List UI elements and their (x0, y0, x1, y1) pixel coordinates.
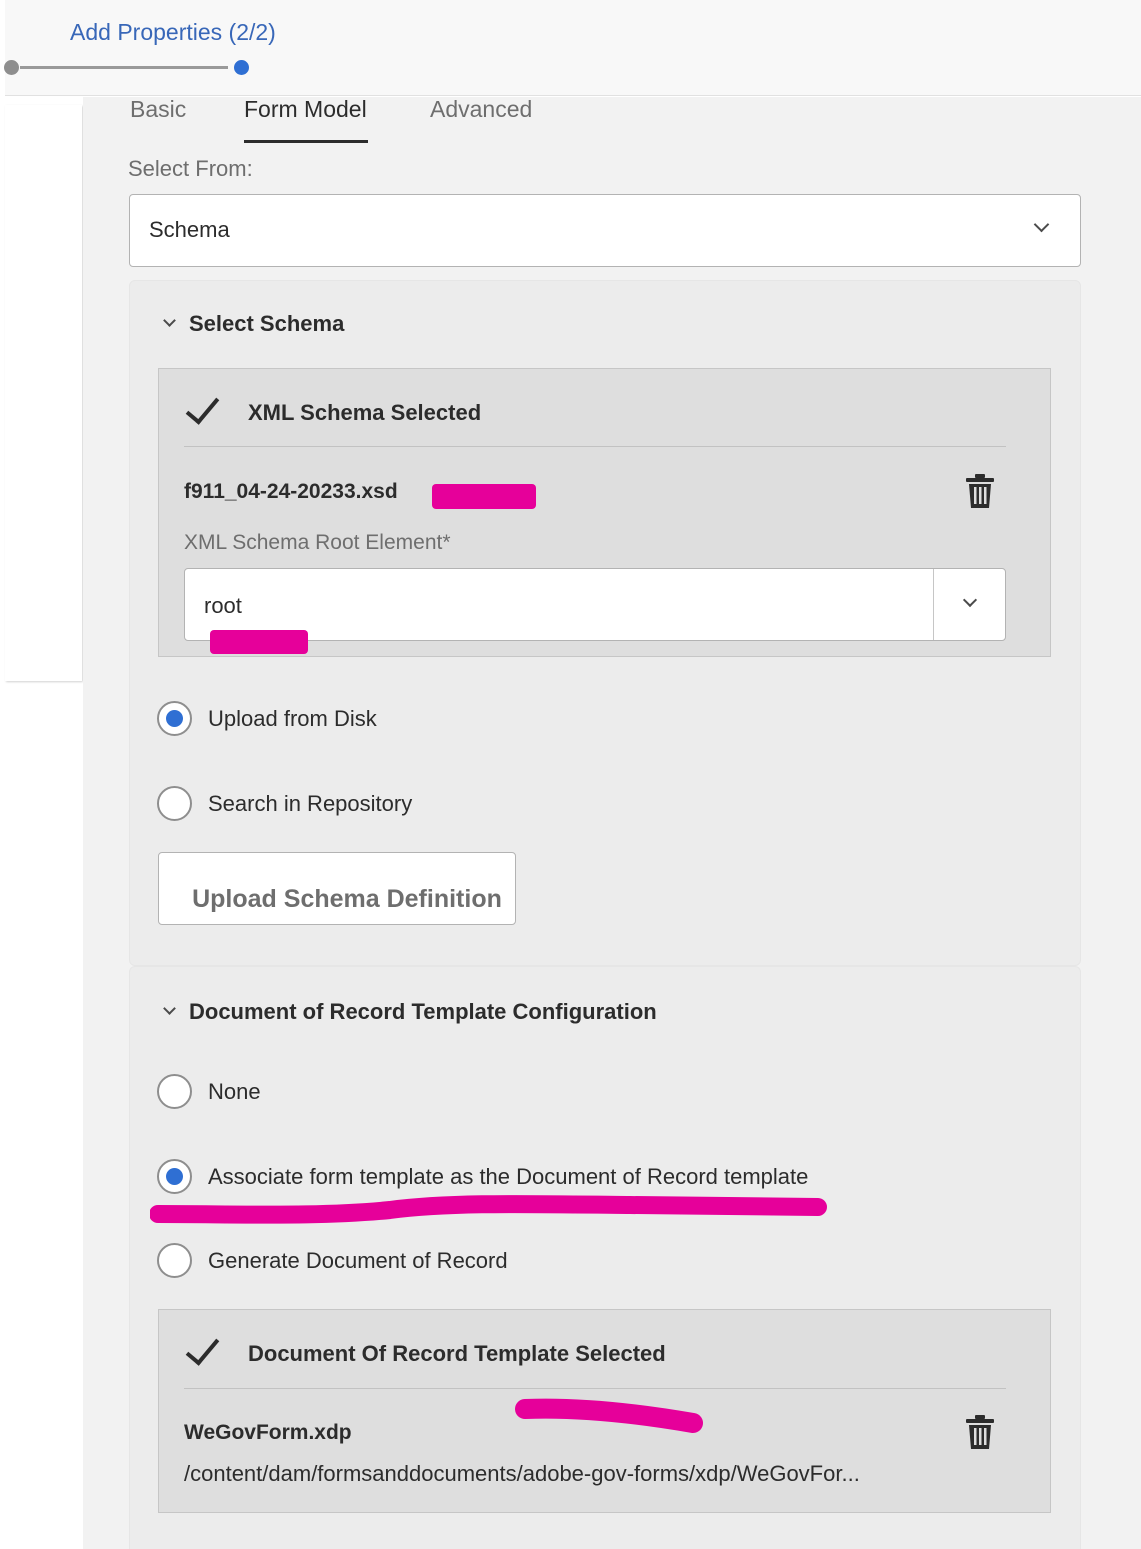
radio-none[interactable] (157, 1074, 192, 1109)
select-from-dropdown[interactable]: Schema (129, 194, 1081, 267)
redaction-mark (515, 1398, 703, 1433)
upload-schema-definition-button[interactable]: Upload Schema Definition (158, 852, 516, 925)
wizard-header (5, 0, 1141, 96)
select-from-value: Schema (149, 217, 230, 242)
select-from-label: Select From: (128, 156, 253, 181)
checkmark-icon (185, 1330, 220, 1366)
divider (184, 446, 1006, 447)
divider (184, 1388, 1006, 1389)
trash-icon[interactable] (965, 473, 995, 509)
root-element-value: root (204, 593, 242, 618)
schema-file-name: f911_04-24-20233.xsd (184, 480, 398, 503)
dor-file-name: WeGovForm.xdp (184, 1421, 352, 1444)
card-title: Document Of Record Template Selected (248, 1341, 666, 1366)
annotation-underline (150, 1195, 827, 1224)
card-title: XML Schema Selected (248, 400, 482, 425)
dor-section-title[interactable]: Document of Record Template Configuratio… (189, 999, 657, 1025)
radio-label: Generate Document of Record (208, 1248, 508, 1273)
tab-form-model[interactable]: Form Model (244, 96, 367, 123)
tab-advanced[interactable]: Advanced (430, 96, 532, 123)
radio-search-in-repository[interactable] (157, 786, 192, 821)
wizard-step-1-dot[interactable] (4, 60, 19, 75)
wizard-step-title: Add Properties (2/2) (70, 19, 276, 45)
root-element-combobox[interactable]: root (184, 568, 1006, 641)
radio-label: Search in Repository (208, 791, 413, 816)
select-schema-title[interactable]: Select Schema (189, 311, 344, 337)
chevron-down-icon (1033, 216, 1050, 233)
chevron-down-icon (962, 592, 978, 608)
radio-label: Upload from Disk (208, 706, 377, 731)
redaction-mark (432, 484, 536, 509)
active-tab-indicator (244, 140, 368, 143)
radio-upload-from-disk[interactable] (157, 701, 192, 736)
xml-schema-selected-card: XML Schema Selected f911_04-24-20233.xsd… (158, 368, 1051, 657)
radio-label: None (208, 1079, 261, 1104)
wizard-step-2-dot[interactable] (234, 60, 249, 75)
trash-icon[interactable] (965, 1414, 995, 1450)
dor-file-path: /content/dam/formsanddocuments/adobe-gov… (184, 1461, 860, 1486)
left-preview-panel (5, 105, 82, 681)
wizard-progress-line (20, 66, 228, 69)
tab-basic[interactable]: Basic (130, 96, 186, 123)
root-element-dropdown-button[interactable] (933, 569, 1005, 640)
checkmark-icon (185, 389, 220, 425)
radio-generate-dor[interactable] (157, 1243, 192, 1278)
root-element-label: XML Schema Root Element* (184, 531, 451, 554)
redaction-mark (210, 630, 308, 654)
